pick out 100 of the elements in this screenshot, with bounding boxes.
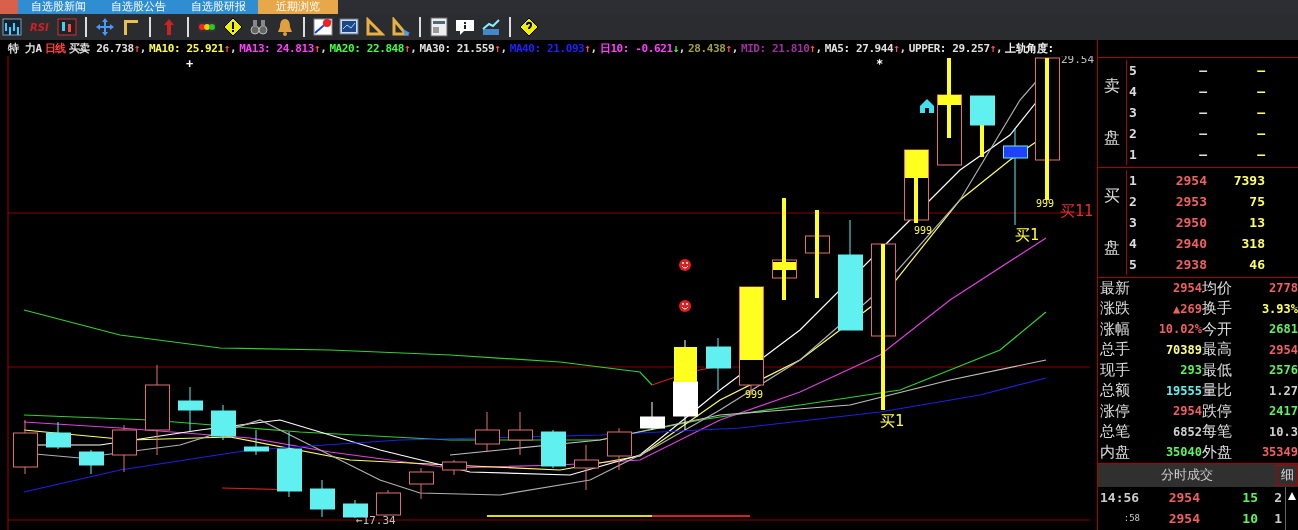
price-value: — [1198,126,1207,141]
trade-price: 2954 [1167,489,1200,505]
rank-number: 1 [1128,173,1138,188]
indicator-reading: MA30: 21.559↑, [419,41,507,55]
warning-icon[interactable] [222,17,243,37]
stat-value: 293 [1179,363,1202,378]
indicator-reading: 28.438↑, [688,41,738,55]
stat-label: 量比 [1202,381,1233,401]
indicator-reading: 日10: -0.621↓, [599,40,686,56]
stat-value: 70389 [1164,342,1202,357]
stat-value: 6852 [1172,424,1202,439]
candlestick [574,444,599,491]
price-value: — [1198,147,1207,162]
trade-time: :58 [1122,513,1141,523]
stat-label: 涨跌 [1100,299,1131,319]
help-icon[interactable] [518,17,539,37]
candlestick [310,479,335,518]
stat-value: 3.93% [1260,301,1298,316]
section-title: 分时成交 [1160,466,1214,484]
candle-chart-icon[interactable] [56,17,77,37]
price-value: 2938 [1174,257,1207,272]
candlestick [442,459,467,476]
side-label: 卖 [1104,75,1120,97]
trade-count: 1 [1273,510,1282,526]
detail-button[interactable]: 细 [1276,464,1298,486]
candlestick [541,429,566,469]
indicator-reading: 上轨角度: [1005,40,1054,56]
candlestick [211,404,236,441]
stat-label: 外盘 [1202,442,1233,462]
stat-label: 最高 [1202,340,1233,360]
indicator-reading: MA10: 25.921↑, [149,41,237,55]
candlestick [640,401,665,431]
stat-label: 最低 [1202,360,1233,380]
stat-label: 每笔 [1202,422,1233,442]
stat-value: 35349 [1260,445,1298,460]
trade-volume: 10 [1241,510,1258,526]
indicator-reading: MA40: 21.093↑, [509,41,597,55]
indicator-reading: 买卖 26.738↑, [68,40,147,56]
tab[interactable]: 自选股公告 [98,0,178,14]
candlestick [970,95,995,158]
document-icon[interactable] [428,17,449,37]
trade-time: 14:56 [1099,489,1141,505]
candlestick [244,429,269,456]
house-icon [920,99,934,113]
speech-info-icon[interactable] [454,17,475,37]
candlestick [409,467,434,500]
price-value: 2954 [1174,173,1207,188]
stat-value: 10.3 [1268,424,1298,439]
bar-chart-icon[interactable] [2,17,22,37]
tab[interactable]: 近期浏览 [258,0,338,14]
candlestick [706,337,731,391]
stat-label: 涨停 [1100,401,1131,421]
stat-value: 2417 [1268,404,1298,419]
volume-value: — [1256,105,1265,120]
buy-signal-label: 买11 [1060,202,1094,220]
side-label: 买 [1104,185,1120,207]
side-label: 盘 [1104,128,1120,150]
smiley-icon [679,300,691,312]
price-value: — [1198,63,1207,78]
trend-chart-icon[interactable] [480,17,501,37]
stat-value: 2576 [1268,363,1298,378]
star-mark: * [876,57,884,71]
candlestick [508,411,533,456]
stat-label: 最新 [1100,278,1131,298]
stat-label: 涨幅 [1100,319,1131,339]
tab[interactable]: 自选股研报 [178,0,258,14]
volume-value: 13 [1248,215,1265,230]
trade-count: 2 [1273,489,1282,505]
stat-value: 2778 [1268,281,1298,296]
trade-volume: 15 [1241,489,1258,505]
rank-number: 4 [1128,236,1138,251]
scroll-up-icon[interactable] [1287,490,1297,501]
indicator-reading: 日线 [44,40,66,56]
stat-label: 跌停 [1202,401,1233,421]
stat-label: 内盘 [1100,442,1131,462]
rsi-button[interactable]: RSI [28,17,51,37]
price-value: 2940 [1174,236,1207,251]
binoculars-icon[interactable] [248,17,269,37]
volume-value: 46 [1248,257,1265,272]
stat-value: 35040 [1164,445,1202,460]
indicator-reading: 特 力A [8,40,42,56]
side-label: 盘 [1104,238,1120,260]
trade-price: 2954 [1167,510,1200,526]
signal-label: 999 [1036,198,1055,209]
stat-value: 2954 [1268,342,1298,357]
indicator-reading: MA13: 24.813↑, [239,41,327,55]
set-square-arrow-icon[interactable] [390,17,411,37]
stat-value: 19555 [1164,383,1202,398]
volume-value: — [1256,126,1265,141]
signal-label: 999 [914,225,933,236]
move-arrows-icon[interactable] [94,17,115,37]
signal-label: 999 [745,389,764,400]
candlestick [79,449,104,475]
rank-number: 5 [1128,257,1138,272]
volume-value: — [1256,63,1265,78]
stat-label: 总手 [1100,340,1131,360]
price-label: ←17.34 [356,514,396,527]
buy-signal-label: 买1 [880,412,905,430]
monitor-icon[interactable] [338,17,359,37]
tab[interactable]: 自选股新闻 [18,0,98,14]
